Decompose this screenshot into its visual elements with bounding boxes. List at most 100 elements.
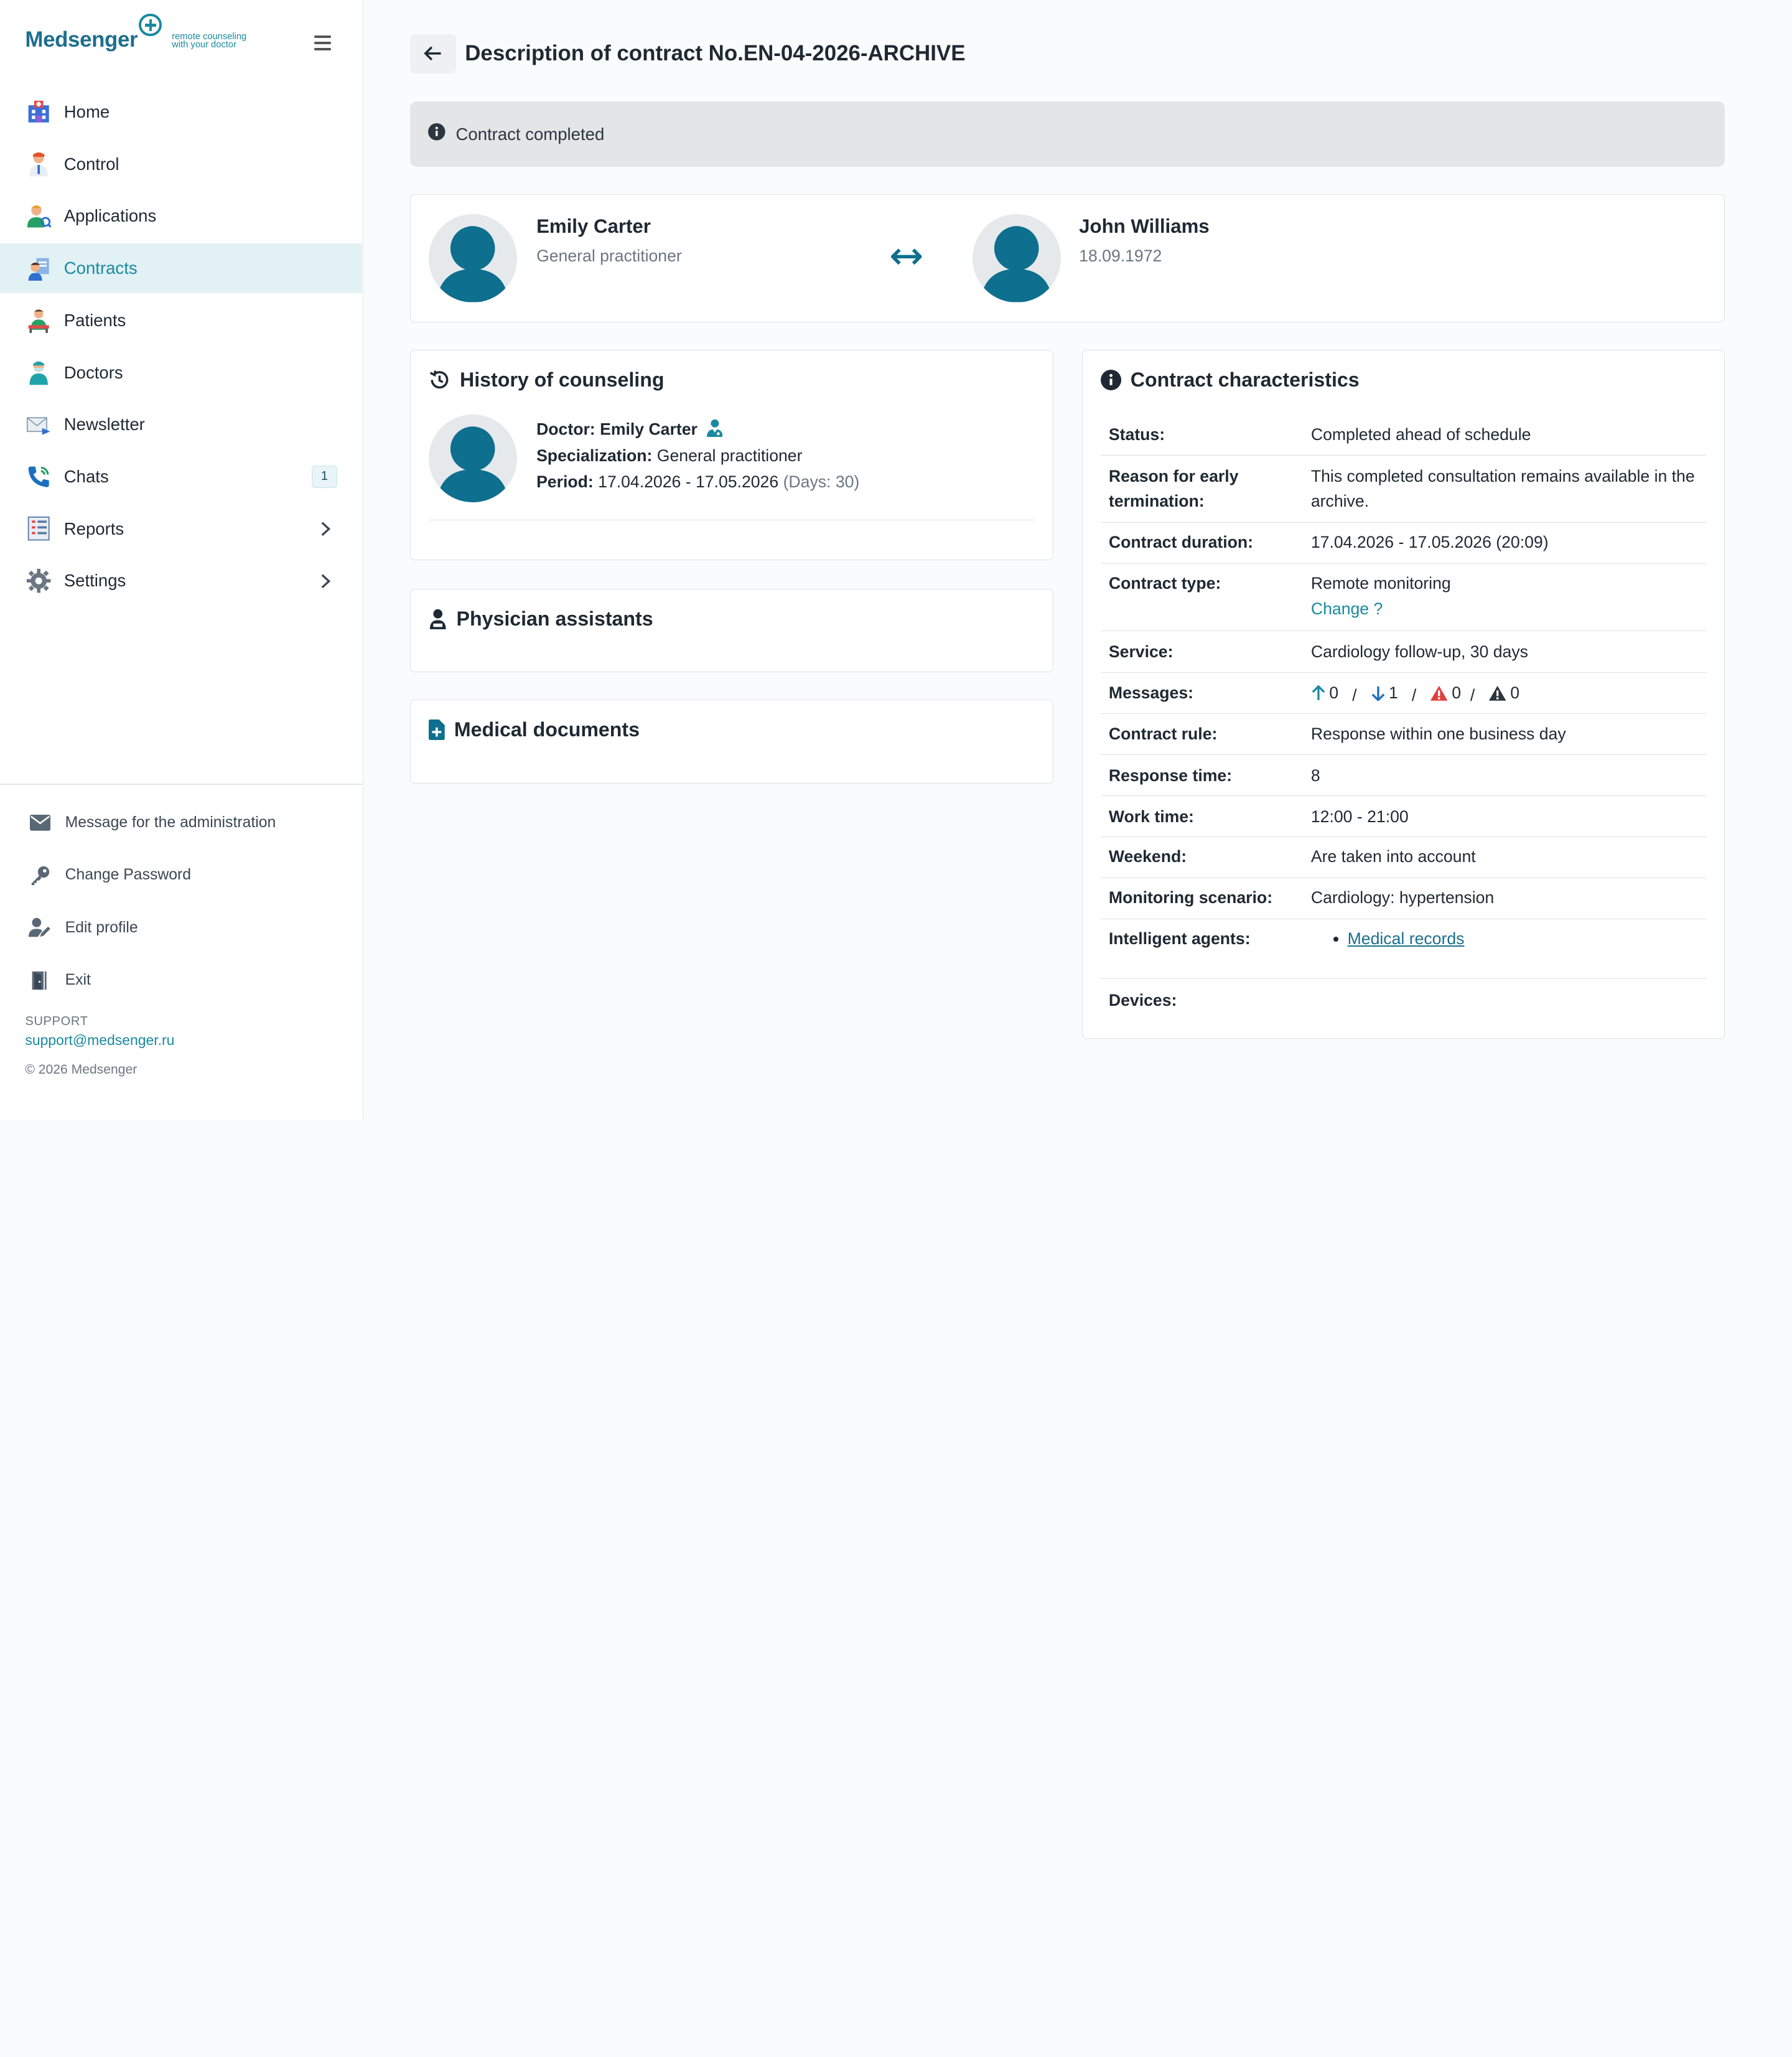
messages-separator: / — [1470, 686, 1475, 705]
list-item: Medical records — [1348, 926, 1700, 951]
contract-document-icon — [26, 256, 51, 281]
logo-wordmark: Medsenger — [25, 27, 138, 52]
assistants-title: Physician assistants — [429, 607, 653, 630]
doctor-avatar[interactable] — [429, 214, 517, 302]
sidebar-item-newsletter[interactable]: Newsletter — [0, 400, 362, 450]
doctor-figure-icon — [26, 151, 51, 177]
char-row-scenario: Monitoring scenario: Cardiology: hyperte… — [1101, 878, 1707, 920]
sidebar-item-control[interactable]: Control — [0, 139, 362, 189]
logo-cross-icon — [139, 13, 162, 37]
patient-avatar[interactable] — [973, 214, 1061, 302]
warning-triangle-dark-icon — [1489, 685, 1506, 701]
char-row-devices: Devices: — [1101, 979, 1706, 1024]
char-key: Status: — [1108, 425, 1165, 444]
char-key: Contract duration: — [1108, 533, 1253, 552]
sidebar-item-applications[interactable]: Applications — [0, 191, 362, 241]
messages-incoming-count: 1 — [1389, 683, 1398, 703]
logo-tagline: remote counseling with your doctor — [172, 32, 246, 49]
history-period-days: (Days: 30) — [783, 472, 860, 492]
change-password-link[interactable]: Change Password — [0, 849, 362, 901]
char-key: Devices: — [1108, 991, 1177, 1010]
doctor-badge-icon — [706, 419, 723, 441]
sidebar-item-doctors[interactable]: Doctors — [0, 347, 362, 398]
history-doctor-label: Doctor: — [536, 419, 595, 439]
char-value: Medical records — [1311, 926, 1706, 978]
char-key: Monitoring scenario: — [1108, 888, 1273, 907]
sidebar-item-home[interactable]: Home — [0, 87, 362, 138]
key-icon — [29, 864, 52, 887]
messages-warnings-red-count: 0 — [1452, 683, 1462, 703]
char-value: Are taken into account — [1310, 846, 1476, 866]
doctor-name[interactable]: Emily Carter — [536, 215, 651, 238]
char-row-reason: Reason for early termination: This compl… — [1101, 456, 1707, 523]
char-value: Cardiology: hypertension — [1310, 888, 1495, 907]
char-value — [1311, 988, 1706, 1024]
sidebar-item-label: Contracts — [63, 258, 138, 278]
user-edit-icon — [28, 916, 52, 939]
app-root: Medsenger remote counseling with your do… — [0, 0, 1791, 1120]
sidebar-item-settings[interactable]: Settings — [0, 556, 362, 606]
characteristics-title-text: Contract characteristics — [1130, 368, 1360, 391]
main-content: Description of contract No.EN-04-2026-AR… — [363, 0, 1791, 1120]
patient-name[interactable]: John Williams — [1079, 215, 1210, 238]
menu-toggle-icon[interactable] — [314, 35, 332, 50]
patient-figure-icon — [26, 308, 51, 333]
sidebar-item-label: Home — [63, 101, 110, 121]
envelope-icon — [29, 812, 52, 835]
sidebar-item-label: Applications — [63, 206, 157, 226]
char-row-rule: Contract rule: Response within one busin… — [1101, 714, 1707, 755]
history-clock-icon — [429, 369, 450, 391]
char-key: Service: — [1108, 642, 1174, 662]
phone-icon — [26, 464, 51, 489]
sidebar-item-chats[interactable]: Chats 1 — [0, 452, 362, 502]
history-period-label: Period: — [536, 472, 594, 492]
char-value: 12:00 - 21:00 — [1310, 807, 1409, 826]
change-contract-type-link[interactable]: Change ? — [1311, 599, 1383, 618]
exit-link[interactable]: Exit — [0, 954, 362, 1006]
char-row-messages: Messages: 0 / 1 / 0 / 0 — [1101, 673, 1707, 714]
user-search-icon — [26, 204, 52, 228]
char-value: 0 / 1 / 0 / 0 — [1311, 680, 1706, 713]
messages-warnings-dark: 0 — [1488, 680, 1519, 705]
char-value: 8 — [1310, 766, 1320, 785]
support-email-link[interactable]: support@medsenger.ru — [25, 1032, 174, 1049]
chats-unread-badge: 1 — [312, 465, 337, 489]
char-row-service: Service: Cardiology follow-up, 30 days — [1101, 631, 1707, 673]
char-row-agents: Intelligent agents: Medical records — [1101, 919, 1707, 979]
messages-separator: / — [1411, 686, 1417, 705]
sidebar-item-label: Newsletter — [63, 415, 145, 434]
sidebar-item-contracts[interactable]: Contracts — [0, 243, 362, 294]
char-value: Cardiology follow-up, 30 days — [1310, 642, 1528, 662]
characteristics-table: Status: Completed ahead of schedule Reas… — [1101, 415, 1707, 1024]
alert-text: Contract completed — [455, 124, 605, 144]
counseling-history-card: History of counseling Doctor: Emily Cart… — [410, 349, 1053, 560]
warning-triangle-red-icon — [1430, 685, 1448, 701]
contract-characteristics-card: Contract characteristics Status: Complet… — [1081, 349, 1725, 1039]
sidebar-item-reports[interactable]: Reports — [0, 504, 362, 554]
messages-warnings-dark-count: 0 — [1510, 683, 1520, 703]
char-key: Intelligent agents: — [1108, 929, 1251, 949]
sidebar-footer-nav: Message for the administration Change Pa… — [0, 797, 362, 1007]
message-admin-link[interactable]: Message for the administration — [0, 797, 362, 849]
history-divider — [429, 519, 1035, 521]
char-row-status: Status: Completed ahead of schedule — [1101, 415, 1707, 456]
sidebar-item-patients[interactable]: Patients — [0, 295, 362, 345]
copyright-text: © 2026 Medsenger — [25, 1062, 138, 1077]
agents-list: Medical records — [1311, 926, 1699, 951]
bidirectional-arrow-icon — [891, 248, 922, 265]
chevron-right-icon — [320, 573, 331, 589]
medical-records-link[interactable]: Medical records — [1348, 929, 1465, 948]
char-key: Work time: — [1108, 807, 1194, 826]
messages-incoming: 1 — [1371, 680, 1398, 705]
back-button[interactable] — [410, 34, 456, 73]
message-admin-label: Message for the administration — [65, 813, 276, 831]
edit-profile-link[interactable]: Edit profile — [0, 902, 362, 954]
participants-card: Emily Carter General practitioner John W… — [410, 194, 1725, 322]
document-plus-icon — [429, 719, 446, 741]
arrow-down-icon — [1371, 686, 1384, 701]
char-key: Messages: — [1108, 683, 1193, 703]
contract-type-value: Remote monitoring — [1310, 574, 1451, 593]
logo[interactable]: Medsenger remote counseling with your do… — [25, 13, 246, 52]
history-title: History of counseling — [429, 368, 664, 391]
change-password-label: Change Password — [65, 866, 192, 884]
